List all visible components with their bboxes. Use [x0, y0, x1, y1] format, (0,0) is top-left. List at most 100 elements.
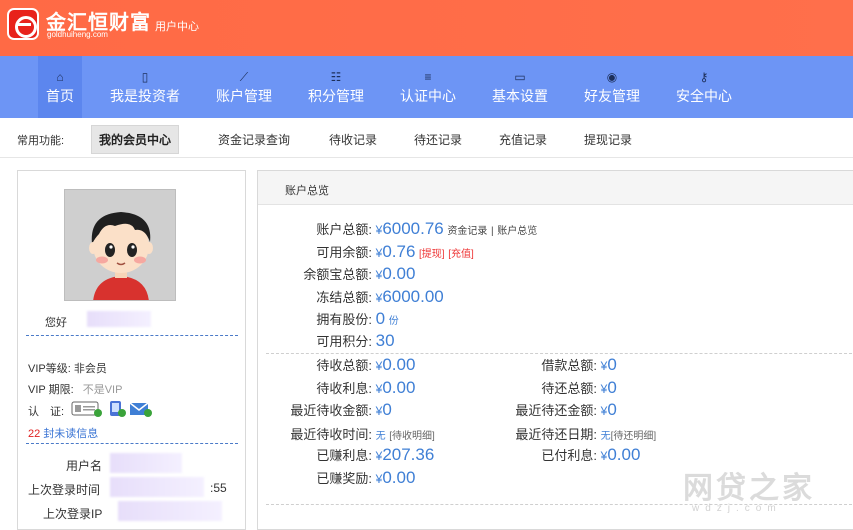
monitor-icon: ▭	[514, 70, 526, 84]
main-nav: ⌂ 首页 ▯ 我是投资者 ⟋ 账户管理 ☷ 积分管理 ≡ 认证中心 ▭ 基本设置…	[0, 56, 853, 118]
nav-label: 我是投资者	[110, 88, 180, 104]
recent-recv-amount-label: 最近待收金额:	[290, 403, 372, 418]
earned-reward-value: 0.00	[382, 468, 416, 487]
nav-security-center[interactable]: ⚷ 安全中心	[672, 56, 736, 118]
quick-link-fund-records[interactable]: 资金记录查询	[218, 131, 290, 148]
phone-verified-icon[interactable]	[107, 400, 127, 418]
borrow-total-label: 借款总额:	[541, 358, 597, 373]
watermark-domain: wdzj.com	[692, 503, 782, 514]
recent-repay-amount-row: 最近待还金额: ¥0	[494, 400, 617, 420]
pending-recv-total-label: 待收总额:	[316, 358, 372, 373]
email-verified-icon[interactable]	[129, 400, 153, 418]
account-overview-title: 账户总览	[285, 185, 329, 197]
total-value: 6000.76	[382, 219, 444, 238]
redacted-login-time	[110, 477, 204, 497]
nav-points-management[interactable]: ☷ 积分管理	[304, 56, 368, 118]
nav-friend-management[interactable]: ◉ 好友管理	[580, 56, 644, 118]
link-separator: |	[491, 226, 494, 237]
withdraw-link[interactable]: [提现]	[419, 249, 445, 260]
yuebao-label: 余额宝总额:	[303, 267, 372, 282]
earned-reward-row: 已赚奖励: ¥0.00	[258, 468, 415, 488]
recent-repay-amount-label: 最近待还金额:	[515, 403, 597, 418]
recent-recv-detail-link[interactable]: [待收明细]	[389, 431, 435, 442]
vip-expire-value: 不是VIP	[82, 384, 123, 396]
quick-functions-bar: 常用功能: 我的会员中心 资金记录查询 待收记录 待还记录 充值记录 提现记录	[0, 118, 853, 158]
pending-recv-interest-label: 待收利息:	[316, 381, 372, 396]
borrow-total-value: 0	[607, 355, 617, 374]
account-overview-header: 账户总览	[258, 171, 853, 205]
nav-label: 首页	[46, 88, 74, 104]
user-circle-icon: ◉	[606, 70, 618, 84]
nav-label: 基本设置	[492, 88, 548, 104]
redacted-username-value	[110, 453, 182, 473]
earned-interest-row: 已赚利息: ¥207.36	[258, 445, 434, 465]
nav-account-management[interactable]: ⟋ 账户管理	[212, 56, 276, 118]
redacted-username	[87, 311, 151, 327]
vip-expire-row: VIP 期限: 不是VIP	[28, 381, 122, 397]
recharge-link[interactable]: [充值]	[448, 249, 474, 260]
header-subtitle: 用户中心	[155, 21, 199, 33]
gift-icon: ☷	[330, 70, 342, 84]
avatar[interactable]	[64, 189, 176, 301]
shares-row: 拥有股份: 0 份	[258, 309, 398, 329]
welcome-text: 您好	[45, 317, 67, 329]
available-label: 可用余额:	[316, 245, 372, 260]
watermark-text: 网贷之家	[683, 472, 815, 505]
recent-repay-detail-link[interactable]: [待还明细]	[611, 431, 657, 442]
last-login-time-tail: :55	[210, 481, 227, 495]
quick-link-recharge-records[interactable]: 充值记录	[499, 131, 547, 148]
fund-record-link[interactable]: 资金记录	[447, 226, 487, 237]
total-row: 账户总额: ¥6000.76 资金记录 | 账户总览	[258, 219, 537, 239]
quick-link-member-center[interactable]: 我的会员中心	[91, 125, 180, 154]
yuebao-row: 余额宝总额: ¥0.00	[258, 264, 415, 284]
total-label: 账户总额:	[316, 222, 372, 237]
nav-label: 安全中心	[676, 88, 732, 104]
username-label: 用户名	[66, 459, 103, 473]
unread-messages-link[interactable]: 22 封未读信息	[28, 425, 98, 441]
nav-label: 好友管理	[584, 88, 640, 104]
quick-link-withdraw-records[interactable]: 提现记录	[584, 131, 632, 148]
account-overview-link[interactable]: 账户总览	[497, 226, 537, 237]
points-value: 30	[375, 331, 395, 350]
points-row: 可用积分: 30	[258, 331, 395, 351]
earned-reward-label: 已赚奖励:	[316, 471, 372, 486]
shares-value: 0	[375, 309, 386, 328]
verification-label: 认 证:	[28, 406, 65, 418]
pending-repay-total-label: 待还总额:	[541, 381, 597, 396]
shares-label: 拥有股份:	[316, 312, 372, 327]
recent-repay-date-value: 无	[600, 431, 611, 442]
phone-icon: ▯	[141, 70, 149, 84]
pending-recv-total-value: 0.00	[382, 355, 416, 374]
chart-icon: ⟋	[239, 70, 249, 84]
unread-count: 22	[28, 428, 41, 440]
quick-link-pending-receivables[interactable]: 待收记录	[329, 131, 377, 148]
nav-verification-center[interactable]: ≡ 认证中心	[396, 56, 460, 118]
frozen-value: 6000.00	[382, 287, 444, 306]
earned-interest-value: 207.36	[382, 445, 435, 464]
quick-link-pending-repayments[interactable]: 待还记录	[414, 131, 462, 148]
pending-repay-total-row: 待还总额: ¥0	[494, 378, 617, 398]
last-login-time-label: 上次登录时间	[28, 483, 101, 497]
divider	[266, 353, 852, 354]
recent-repay-date-label: 最近待还日期:	[515, 427, 597, 442]
nav-home[interactable]: ⌂ 首页	[38, 56, 82, 118]
key-icon: ⚷	[699, 70, 709, 84]
recent-recv-amount-row: 最近待收金额: ¥0	[258, 400, 392, 420]
vip-level-value: 非会员	[73, 363, 107, 375]
yuebao-value: 0.00	[382, 264, 416, 283]
nav-basic-settings[interactable]: ▭ 基本设置	[488, 56, 552, 118]
id-card-verified-icon[interactable]	[71, 400, 103, 418]
nav-investor[interactable]: ▯ 我是投资者	[104, 56, 186, 118]
recent-repay-amount-value: 0	[607, 400, 617, 419]
recent-recv-amount-value: 0	[382, 400, 392, 419]
pending-repay-total-value: 0	[607, 378, 617, 397]
logo-icon[interactable]	[7, 8, 39, 40]
redacted-login-ip	[118, 501, 222, 521]
unread-text: 封未读信息	[43, 428, 99, 440]
profile-panel: 您好 VIP等级: 非会员 VIP 期限: 不是VIP 认 证: 22 封未读信…	[17, 170, 246, 530]
list-icon: ≡	[424, 70, 432, 84]
home-icon: ⌂	[56, 70, 64, 84]
paid-interest-label: 已付利息:	[541, 448, 597, 463]
paid-interest-row: 已付利息: ¥0.00	[494, 445, 640, 465]
recent-repay-date-row: 最近待还日期: 无[待还明细]	[494, 424, 656, 443]
